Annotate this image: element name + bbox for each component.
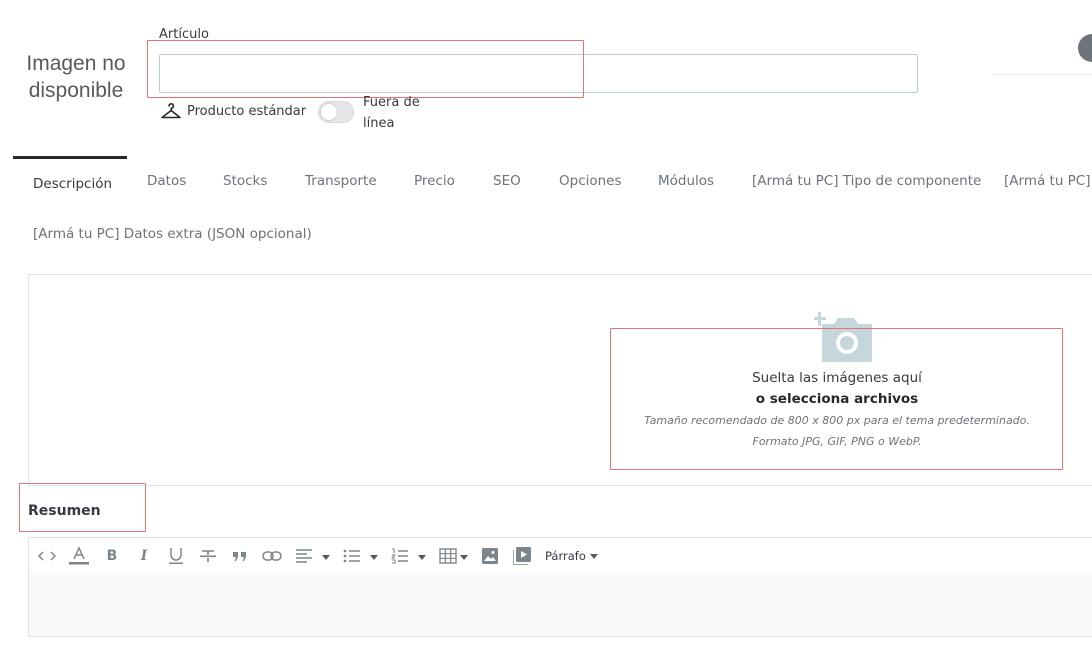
dropzone-divider: [28, 485, 1092, 486]
underline-icon[interactable]: [166, 546, 186, 566]
numbered-dropdown-caret[interactable]: [418, 555, 426, 560]
tab-transporte[interactable]: Transporte: [305, 173, 377, 189]
select-files-link[interactable]: o selecciona archivos: [612, 391, 1062, 407]
tab-modulos[interactable]: Módulos: [658, 173, 714, 189]
article-label: Artículo: [159, 27, 209, 42]
size-hint: Tamaño recomendado de 800 x 800 px para …: [644, 414, 1030, 427]
editor-toolbar: B I Párrafo: [28, 537, 1092, 574]
tab-stocks[interactable]: Stocks: [223, 173, 267, 189]
tab-tipo-componente[interactable]: [Armá tu PC] Tipo de componente: [752, 173, 981, 189]
camera-plus-icon: [814, 312, 872, 362]
dropzone-main-text: Suelta las imágenes aquí: [752, 370, 922, 386]
header-circle-button[interactable]: [1078, 34, 1092, 62]
summary-heading: Resumen: [28, 503, 101, 519]
tab-descripcion[interactable]: Descripción: [33, 176, 112, 192]
tab-opciones[interactable]: Opciones: [559, 173, 622, 189]
text-color-icon[interactable]: [69, 546, 89, 566]
hanger-icon: [161, 103, 181, 119]
bullet-list-icon[interactable]: [342, 546, 362, 566]
quote-icon[interactable]: [230, 546, 250, 566]
image-icon[interactable]: [480, 546, 500, 566]
tab-datos-extra[interactable]: [Armá tu PC] Datos extra (JSON opcional): [33, 226, 312, 242]
paragraph-dropdown-caret[interactable]: [590, 554, 598, 559]
paragraph-format-dropdown[interactable]: Párrafo: [545, 549, 586, 563]
numbered-list-icon[interactable]: [390, 546, 410, 566]
bullet-dropdown-caret[interactable]: [370, 555, 378, 560]
offline-toggle[interactable]: [318, 101, 354, 123]
toggle-knob: [320, 103, 338, 121]
header-divider: [993, 74, 1092, 75]
align-icon[interactable]: [294, 546, 314, 566]
active-tab-underline: [13, 156, 127, 159]
strikethrough-icon[interactable]: [198, 546, 218, 566]
summary-editor[interactable]: [28, 573, 1092, 637]
table-dropdown-caret[interactable]: [460, 555, 468, 560]
italic-icon[interactable]: I: [134, 546, 154, 566]
bold-icon[interactable]: B: [102, 546, 122, 566]
media-icon[interactable]: [512, 546, 532, 566]
article-input[interactable]: [159, 54, 918, 93]
tab-datos[interactable]: Datos: [147, 173, 186, 189]
tab-arma-tu-pc-truncated[interactable]: [Armá tu PC] S: [1004, 173, 1092, 189]
tab-precio[interactable]: Precio: [414, 173, 455, 189]
format-hint: Formato JPG, GIF, PNG o WebP.: [752, 435, 922, 448]
offline-label: Fuera de línea: [363, 95, 420, 131]
product-type-label[interactable]: Producto estándar: [187, 104, 306, 119]
table-icon[interactable]: [438, 546, 458, 566]
tab-seo[interactable]: SEO: [493, 173, 521, 189]
code-icon[interactable]: [37, 546, 57, 566]
align-dropdown-caret[interactable]: [322, 555, 330, 560]
link-icon[interactable]: [262, 546, 282, 566]
image-placeholder: Imagen no disponible: [26, 52, 126, 102]
